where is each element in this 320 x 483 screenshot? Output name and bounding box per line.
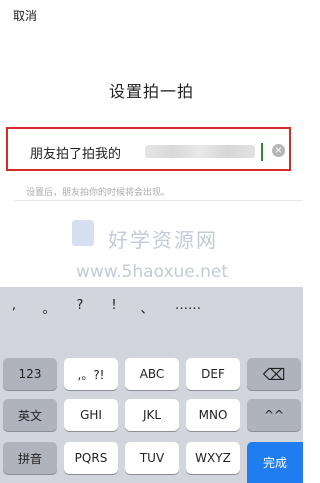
key-ghi[interactable]: GHI <box>64 399 118 431</box>
watermark-text: 好学资源网 <box>108 228 218 252</box>
key-wxyz[interactable]: WXYZ <box>186 442 240 474</box>
key-mno[interactable]: MNO <box>186 399 240 431</box>
divider <box>14 200 303 201</box>
watermark-url: www.5haoxue.net <box>76 262 229 282</box>
hint-text: 设置后，朋友拍你的时候将会出现。 <box>26 188 171 198</box>
key-def[interactable]: DEF <box>186 358 240 390</box>
key-abc[interactable]: ABC <box>125 358 179 390</box>
cancel-button[interactable]: 取消 <box>13 7 37 24</box>
emoticon-key[interactable]: ^^ <box>247 399 301 431</box>
key-punct[interactable]: ,。?! <box>64 358 118 390</box>
key-english[interactable]: 英文 <box>3 399 57 431</box>
key-pinyin[interactable]: 拼音 <box>3 442 57 474</box>
done-button[interactable]: 完成 <box>247 442 303 483</box>
backspace-icon[interactable]: ⌫ <box>247 358 301 390</box>
blurred-nickname <box>145 145 255 158</box>
watermark-logo-icon <box>72 220 94 246</box>
keyboard: , 。 ? ! 、 …… 123 ,。?! ABC DEF ⌫ 英文 GHI J… <box>0 287 303 483</box>
punct-key[interactable]: …… <box>168 298 208 313</box>
page-title: 设置拍一拍 <box>108 82 194 101</box>
key-123[interactable]: 123 <box>3 358 57 390</box>
punct-key[interactable]: 、 <box>127 298 167 317</box>
key-tuv[interactable]: TUV <box>125 442 179 474</box>
clear-icon[interactable]: × <box>272 144 285 157</box>
text-cursor <box>261 143 263 161</box>
key-pqrs[interactable]: PQRS <box>64 442 118 474</box>
key-jkl[interactable]: JKL <box>125 399 179 431</box>
pat-suffix-input[interactable]: 朋友拍了拍我的 × <box>6 127 291 171</box>
set-pat-screen: 取消 设置拍一拍 朋友拍了拍我的 × 设置后，朋友拍你的时候将会出现。 好学资源… <box>0 0 303 483</box>
pat-text: 朋友拍了拍我的 <box>30 147 122 162</box>
